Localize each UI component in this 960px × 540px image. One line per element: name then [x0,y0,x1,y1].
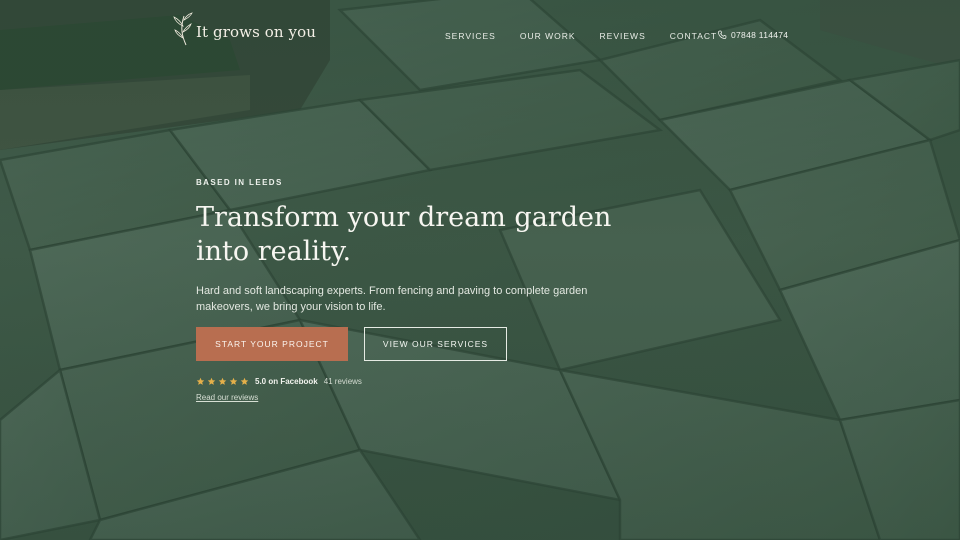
nav-item-reviews[interactable]: REVIEWS [600,31,646,41]
site-header: It grows on you SERVICES OUR WORK REVIEW… [0,0,960,72]
star-icon [240,377,249,385]
phone-link[interactable]: 07848 114474 [717,30,788,40]
view-services-button[interactable]: VIEW OUR SERVICES [364,327,507,361]
brand-logo[interactable]: It grows on you [172,12,316,46]
read-reviews-link[interactable]: Read our reviews [196,393,258,402]
start-project-button[interactable]: START YOUR PROJECT [196,327,348,361]
phone-icon [718,30,727,39]
rating-summary: 5.0 on Facebook 41 reviews [196,377,362,386]
hero-eyebrow: BASED IN LEEDS [196,178,283,187]
brand-name: It grows on you [196,23,316,41]
main-nav: SERVICES OUR WORK REVIEWS CONTACT [445,31,741,41]
rating-score: 5.0 on Facebook [255,377,318,386]
star-icon [229,377,238,385]
star-icon [218,377,227,385]
phone-number: 07848 114474 [731,30,789,40]
hero-buttons: START YOUR PROJECT VIEW OUR SERVICES [196,327,507,361]
nav-item-our-work[interactable]: OUR WORK [520,31,576,41]
hero-subtext: Hard and soft landscaping experts. From … [196,285,588,313]
nav-item-contact[interactable]: CONTACT [670,31,717,41]
star-icon [196,377,205,385]
rating-count: 41 reviews [323,377,362,386]
rating-stars [196,377,249,386]
leaf-sprig-icon [173,12,193,46]
nav-item-services[interactable]: SERVICES [445,31,496,41]
hero-section: BASED IN LEEDS Transform your dream gard… [196,178,626,315]
star-icon [207,377,216,385]
hero-headline: Transform your dream garden into reality… [196,202,612,267]
